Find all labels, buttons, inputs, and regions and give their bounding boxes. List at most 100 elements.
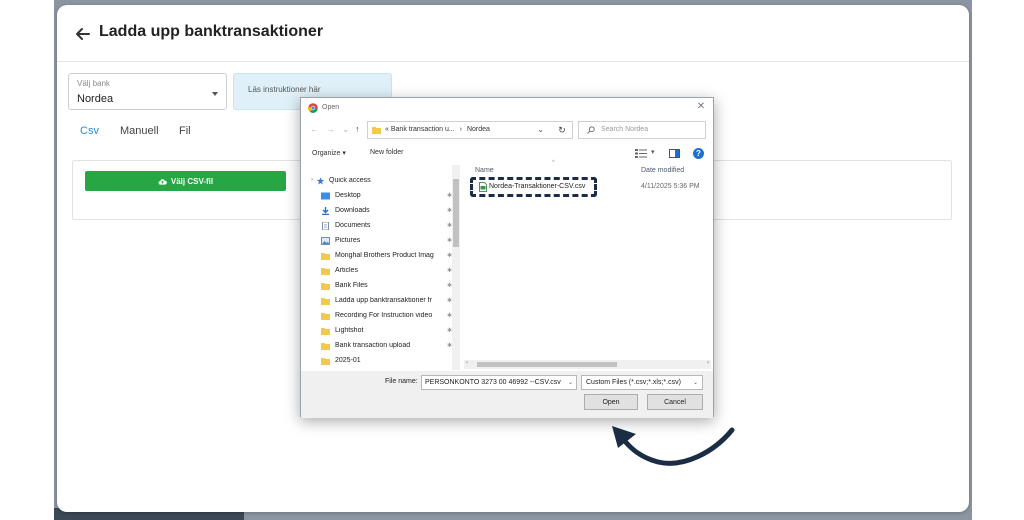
bank-select-label: Välj bank bbox=[77, 79, 110, 88]
view-caret-icon[interactable]: ▾ bbox=[651, 148, 655, 156]
dialog-nav-row: ← → ⌄ ↑ « Bank transaction u... › Nordea… bbox=[301, 120, 713, 140]
up-arrow-icon[interactable]: ↑ bbox=[355, 124, 360, 134]
filetype-value: Custom Files (*.csv;*.xls;*.csv) bbox=[586, 379, 681, 386]
view-options-icon[interactable] bbox=[635, 149, 647, 158]
app-header: Ladda upp banktransaktioner bbox=[57, 5, 969, 62]
nav-scrollbar[interactable] bbox=[452, 165, 460, 370]
scroll-right-icon[interactable]: › bbox=[707, 360, 709, 366]
nav-item-folder[interactable]: Bank Files ✱ bbox=[310, 279, 452, 294]
nav-item-label: 2025-01 bbox=[335, 357, 361, 364]
folder-icon bbox=[321, 283, 330, 290]
chevron-down-icon[interactable]: ⌄ bbox=[537, 125, 544, 134]
nav-item-label: Recording For Instruction video bbox=[335, 312, 433, 319]
bank-select[interactable]: Välj bank Nordea bbox=[68, 73, 227, 110]
folder-icon bbox=[321, 313, 330, 320]
forward-arrow-icon[interactable]: → bbox=[326, 124, 335, 134]
scroll-left-icon[interactable]: ‹ bbox=[466, 360, 468, 366]
nav-item-label: Lightshot bbox=[335, 327, 364, 334]
nav-item-documents[interactable]: Documents ✱ bbox=[310, 219, 452, 234]
nav-scroll-thumb[interactable] bbox=[453, 179, 459, 247]
back-arrow-icon[interactable]: ← bbox=[310, 124, 319, 134]
address-separator: › bbox=[459, 126, 462, 133]
nav-item-label: Bank transaction upload bbox=[335, 342, 411, 349]
column-header-date[interactable]: Date modified bbox=[641, 167, 684, 174]
nav-item-label: Articles bbox=[335, 267, 358, 274]
dialog-bottom-area: File name: ⌄ Custom Files (*.csv;*.xls;*… bbox=[301, 371, 713, 418]
preview-pane-icon[interactable] bbox=[669, 149, 680, 158]
cancel-button[interactable]: Cancel bbox=[647, 394, 703, 410]
nav-item-quick-access[interactable]: › Quick access bbox=[310, 174, 452, 189]
address-bar[interactable]: « Bank transaction u... › Nordea ⌄ bbox=[367, 121, 573, 139]
instructions-text: Läs instruktioner här bbox=[248, 85, 321, 94]
refresh-icon[interactable]: ↻ bbox=[551, 121, 573, 139]
horizontal-scrollbar[interactable]: ‹ › bbox=[464, 360, 711, 369]
file-name: Nordea-Transaktioner-CSV.csv bbox=[489, 183, 586, 190]
file-row[interactable]: Nordea-Transaktioner-CSV.csv 4/11/2025 5… bbox=[468, 177, 708, 197]
nav-item-downloads[interactable]: Downloads ✱ bbox=[310, 204, 452, 219]
folder-icon bbox=[321, 328, 330, 335]
folder-icon bbox=[372, 127, 381, 134]
csv-file-icon bbox=[479, 182, 487, 192]
chevron-right-icon[interactable]: › bbox=[311, 177, 313, 183]
nav-item-label: Downloads bbox=[335, 207, 370, 214]
nav-item-desktop[interactable]: Desktop ✱ bbox=[310, 189, 452, 204]
nav-item-folder[interactable]: Lightshot ✱ bbox=[310, 324, 452, 339]
desktop-icon bbox=[321, 192, 330, 200]
nav-item-folder[interactable]: Monghal Brothers Product Imag ✱ bbox=[310, 249, 452, 264]
recent-locations-icon[interactable]: ⌄ bbox=[342, 124, 350, 135]
file-date: 4/11/2025 5:36 PM bbox=[641, 183, 700, 190]
choose-csv-button[interactable]: Välj CSV-fil bbox=[85, 171, 286, 191]
nav-item-label: Pictures bbox=[335, 237, 361, 244]
tab-fil[interactable]: Fil bbox=[179, 125, 191, 137]
caret-down-icon bbox=[212, 92, 218, 96]
file-open-dialog: Open ✕ ← → ⌄ ↑ « Bank transaction u... ›… bbox=[300, 97, 714, 418]
horizontal-scroll-thumb[interactable] bbox=[477, 362, 617, 367]
address-path: « Bank transaction u... › Nordea bbox=[385, 126, 490, 133]
choose-csv-label: Välj CSV-fil bbox=[170, 176, 214, 186]
dialog-title: Open bbox=[322, 104, 340, 111]
nav-item-folder[interactable]: Ladda upp banktransaktioner fr ✱ bbox=[310, 294, 452, 309]
nav-item-label: Bank Files bbox=[335, 282, 368, 289]
dialog-titlebar[interactable]: Open ✕ bbox=[301, 98, 713, 118]
chevron-down-icon[interactable]: ⌄ bbox=[568, 379, 573, 386]
nav-item-folder[interactable]: Bank transaction upload ✱ bbox=[310, 339, 452, 354]
filetype-select[interactable]: Custom Files (*.csv;*.xls;*.csv) ⌄ bbox=[581, 375, 703, 390]
folder-icon bbox=[321, 298, 330, 305]
nav-item-folder[interactable]: Articles ✱ bbox=[310, 264, 452, 279]
nav-item-label: Quick access bbox=[329, 177, 371, 184]
organize-button[interactable]: Organize ▾ bbox=[312, 149, 346, 157]
folder-icon bbox=[321, 268, 330, 275]
arrow-left-icon[interactable] bbox=[75, 26, 91, 42]
search-placeholder: Search Nordea bbox=[601, 126, 649, 133]
open-button[interactable]: Open bbox=[584, 394, 638, 410]
chevron-down-icon: ⌄ bbox=[692, 380, 698, 386]
sort-caret-icon: ^ bbox=[552, 160, 555, 166]
close-icon[interactable]: ✕ bbox=[695, 101, 707, 113]
nav-item-label: Documents bbox=[335, 222, 371, 229]
dialog-toolbar: Organize ▾ New folder ▾ ? bbox=[301, 144, 713, 164]
folder-icon bbox=[321, 343, 330, 350]
search-input[interactable]: Search Nordea bbox=[578, 121, 706, 139]
address-current[interactable]: Nordea bbox=[467, 126, 490, 133]
nav-item-label: Monghal Brothers Product Imag bbox=[335, 252, 434, 259]
new-folder-button[interactable]: New folder bbox=[370, 149, 403, 156]
cloud-upload-icon bbox=[158, 178, 167, 185]
help-icon[interactable]: ? bbox=[693, 148, 704, 159]
nav-item-folder[interactable]: Recording For Instruction video ✱ bbox=[310, 309, 452, 324]
nav-item-pictures[interactable]: Pictures ✱ bbox=[310, 234, 452, 249]
nav-item-label: Desktop bbox=[335, 192, 361, 199]
nav-item-folder[interactable]: 2025-01 bbox=[310, 354, 452, 369]
filename-label: File name: bbox=[385, 378, 418, 385]
address-parent[interactable]: Bank transaction u... bbox=[391, 126, 455, 133]
filename-input[interactable] bbox=[421, 375, 577, 390]
column-header-name[interactable]: Name bbox=[475, 167, 494, 174]
tab-manuell[interactable]: Manuell bbox=[120, 125, 159, 137]
address-prefix: « bbox=[385, 126, 389, 133]
pictures-icon bbox=[321, 237, 330, 245]
page-title: Ladda upp banktransaktioner bbox=[99, 23, 324, 40]
tab-csv[interactable]: Csv bbox=[80, 125, 99, 137]
download-icon bbox=[322, 207, 329, 215]
bank-select-value: Nordea bbox=[77, 93, 114, 105]
document-icon bbox=[322, 222, 329, 230]
file-list: ^ Name Date modified Nordea-Transaktione… bbox=[464, 160, 709, 360]
